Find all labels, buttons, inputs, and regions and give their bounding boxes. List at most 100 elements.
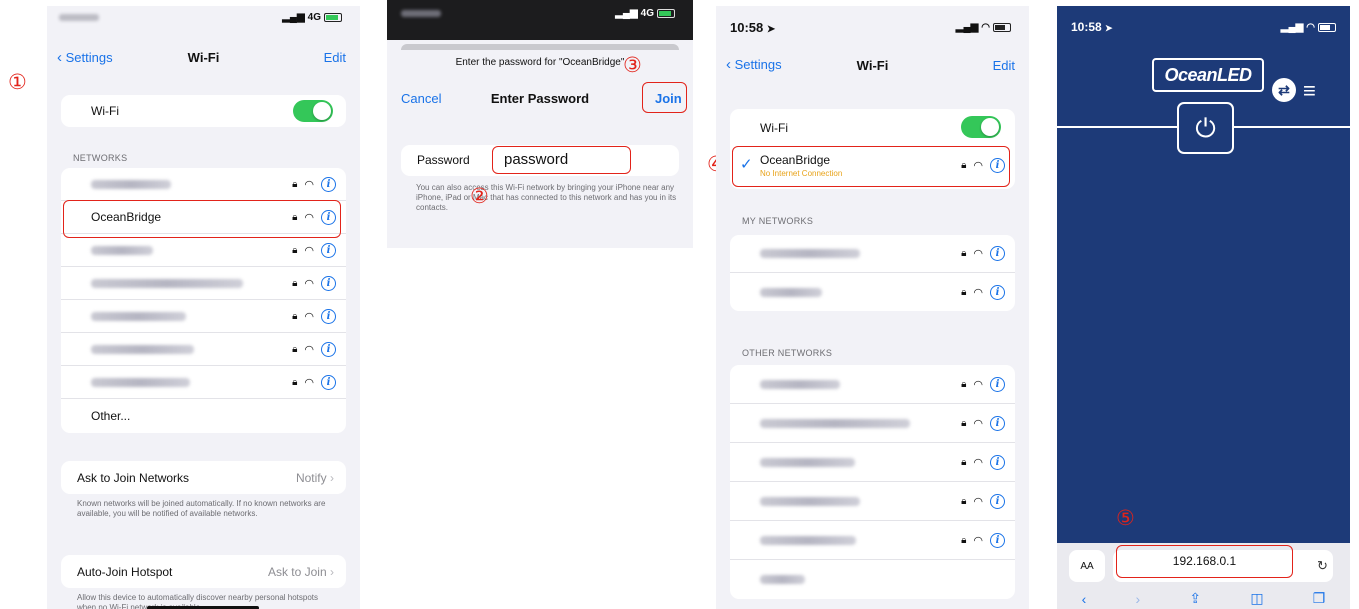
lock-icon: 🔒︎ <box>292 376 298 388</box>
wifi-icon: ◠ <box>304 244 314 257</box>
network-name-blurred <box>760 496 860 506</box>
network-row[interactable]: 🔒︎ ◠ i <box>730 482 1015 521</box>
oceanled-logo: OceanLED <box>1152 58 1264 92</box>
network-row[interactable]: 🔒︎ ◠ i <box>61 366 346 399</box>
status-time: 10:58 ➤ <box>1071 20 1113 34</box>
sync-icon[interactable]: ⇄ <box>1272 78 1296 102</box>
lock-icon: 🔒︎ <box>961 534 967 546</box>
wifi-icon: ◠ <box>304 310 314 323</box>
edit-button[interactable]: Edit <box>993 58 1015 73</box>
network-row[interactable]: 🔒︎ ◠ i <box>730 273 1015 311</box>
network-type-label: 4G <box>640 8 654 19</box>
network-name-blurred <box>760 535 856 545</box>
other-label: Other... <box>91 408 131 423</box>
network-row[interactable]: 🔒︎ ◠ i <box>61 168 346 201</box>
wifi-icon: ◠ <box>304 376 314 389</box>
network-icons: 🔒︎ ◠ i <box>292 176 336 192</box>
info-icon[interactable]: i <box>990 415 1005 431</box>
network-row[interactable]: 🔒︎ ◠ i <box>730 521 1015 560</box>
info-icon[interactable]: i <box>321 242 336 258</box>
wifi-icon: ◠ <box>973 378 983 391</box>
ask-join-row[interactable]: Ask to Join Networks Notify › <box>61 461 346 494</box>
signal-icon: ▂▄▆ <box>955 22 979 33</box>
menu-icon[interactable]: ≡ <box>1303 80 1316 102</box>
stage: ① ▂▄▆ 4G ‹ Settings Wi-Fi Edit Wi-Fi NET… <box>0 0 1359 609</box>
wifi-icon: ◠ <box>973 456 983 469</box>
network-row[interactable]: 🔒︎ ◠ i <box>61 300 346 333</box>
info-icon[interactable]: i <box>321 275 336 291</box>
info-icon[interactable]: i <box>321 176 336 192</box>
network-row[interactable]: 🔒︎ ◠ i <box>730 404 1015 443</box>
info-icon[interactable]: i <box>990 376 1005 392</box>
network-icons: 🔒︎ ◠ i <box>961 454 1005 470</box>
network-row[interactable]: 🔒︎ ◠ i <box>730 365 1015 404</box>
info-icon[interactable]: i <box>990 493 1005 509</box>
password-note: You can also access this Wi-Fi network b… <box>416 183 677 212</box>
network-row[interactable]: 🔒︎ ◠ i <box>61 267 346 300</box>
ask-join-card[interactable]: Ask to Join Networks Notify › <box>61 461 346 494</box>
signal-icon: ▂▄▆ <box>282 12 305 23</box>
battery-icon <box>993 23 1011 32</box>
info-icon[interactable]: i <box>990 284 1005 300</box>
tabs-icon[interactable]: ❐ <box>1313 590 1326 607</box>
auto-join-card[interactable]: Auto-Join Hotspot Ask to Join › <box>61 555 346 588</box>
highlight-connected-network <box>732 146 1010 187</box>
lock-icon: 🔒︎ <box>961 456 967 468</box>
password-label: Password <box>417 153 470 167</box>
network-icons: 🔒︎ ◠ i <box>292 308 336 324</box>
share-icon[interactable]: ⇪ <box>1189 590 1201 607</box>
text-size-button[interactable]: AA <box>1069 550 1105 582</box>
highlight-oceanbridge <box>63 200 341 238</box>
ask-join-note: Known networks will be joined automatica… <box>77 499 326 518</box>
url-field[interactable]: 192.168.0.1 <box>1116 545 1293 578</box>
wifi-label: Wi-Fi <box>91 104 119 118</box>
network-type-label: 4G <box>307 12 321 23</box>
bookmarks-icon[interactable]: ◫ <box>1250 590 1263 607</box>
network-name-blurred <box>91 179 171 189</box>
wifi-icon: ◠ <box>304 178 314 191</box>
network-row[interactable]: 🔒︎ ◠ i <box>730 235 1015 273</box>
other-networks-card: 🔒︎ ◠ i 🔒︎ ◠ i 🔒︎ ◠ i 🔒︎ ◠ i 🔒︎ ◠ i <box>730 365 1015 599</box>
ask-join-value-text: Notify <box>295 470 327 485</box>
network-name-blurred <box>760 249 860 258</box>
edit-button[interactable]: Edit <box>324 50 346 65</box>
panel-wifi-list: ▂▄▆ 4G ‹ Settings Wi-Fi Edit Wi-Fi NETWO… <box>47 6 360 609</box>
wifi-toggle[interactable] <box>961 116 1001 138</box>
lock-icon: 🔒︎ <box>292 178 298 190</box>
info-icon[interactable]: i <box>321 341 336 357</box>
network-row[interactable]: 🔒︎ ◠ i <box>61 333 346 366</box>
power-button[interactable]: ⏻ <box>1177 102 1234 154</box>
back-icon[interactable]: ‹ <box>1082 591 1087 607</box>
network-row[interactable]: 🔒︎ ◠ i <box>730 443 1015 482</box>
other-network-row[interactable]: Other... <box>61 399 346 432</box>
password-input[interactable]: password <box>492 146 631 174</box>
info-icon[interactable]: i <box>321 374 336 390</box>
network-icons: 🔒︎ ◠ i <box>292 341 336 357</box>
network-name-blurred <box>760 457 855 467</box>
dimmed-header <box>387 0 693 40</box>
network-name-blurred <box>91 344 194 354</box>
info-icon[interactable]: i <box>990 454 1005 470</box>
lock-icon: 🔒︎ <box>961 378 967 390</box>
wifi-toggle[interactable] <box>293 100 333 122</box>
panel-enter-password: ▂▄▆ 4G Enter the password for "OceanBrid… <box>387 0 693 248</box>
lock-icon: 🔒︎ <box>961 417 967 429</box>
logo-text: OceanLED <box>1164 64 1252 85</box>
url-text: 192.168.0.1 <box>1172 554 1237 568</box>
battery-icon <box>324 13 342 22</box>
status-time: 10:58 ➤ <box>730 20 775 35</box>
auto-join-row[interactable]: Auto-Join Hotspot Ask to Join › <box>61 555 346 588</box>
lock-icon: 🔒︎ <box>292 310 298 322</box>
step-marker-5: ⑤ <box>1116 507 1135 530</box>
wifi-icon: ◠ <box>973 534 983 547</box>
info-icon[interactable]: i <box>321 308 336 324</box>
forward-icon[interactable]: › <box>1136 591 1141 607</box>
network-icons: 🔒︎ ◠ i <box>961 493 1005 509</box>
info-icon[interactable]: i <box>990 532 1005 548</box>
network-row[interactable]: 🔒︎ ◠ i <box>61 234 346 267</box>
lock-icon: 🔒︎ <box>292 343 298 355</box>
reload-icon[interactable]: ↻ <box>1317 558 1328 574</box>
info-icon[interactable]: i <box>990 246 1005 261</box>
other-network-row[interactable] <box>730 560 1015 599</box>
ask-join-label: Ask to Join Networks <box>77 470 190 485</box>
